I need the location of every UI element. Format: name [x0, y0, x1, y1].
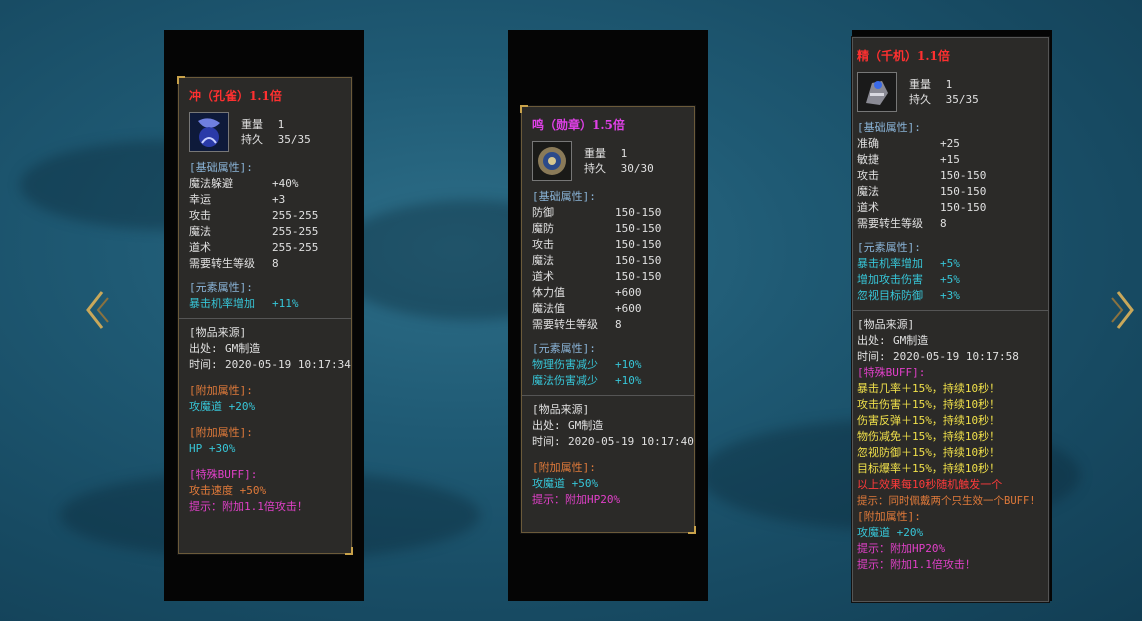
- base-attr-header: [基础属性]:: [189, 161, 253, 174]
- attr-row: 攻击 150-150: [857, 169, 987, 182]
- attr-row: 准确 +25: [857, 137, 960, 150]
- attr-row: 魔法值 +600: [532, 302, 642, 315]
- attr-row: 魔法 150-150: [857, 185, 987, 198]
- origin-row: 出处: GM制造: [532, 419, 604, 432]
- special-buff-row: 忽视防御＋15%，持续10秒！: [857, 446, 1001, 459]
- item-title: 精（千机）1.1倍: [857, 49, 950, 63]
- special-buff-hint: 提示：同时佩戴两个只生效一个BUFF!: [857, 495, 1036, 507]
- special-buff-hint: 提示：附加1.1倍攻击！: [189, 500, 308, 513]
- divider: [522, 395, 694, 396]
- weight-label: 重量: [584, 147, 606, 160]
- divider: [853, 310, 1048, 311]
- extra-attr-header: [附加属性]:: [857, 510, 921, 523]
- element-attr-row: 物理伤害减少 +10%: [532, 358, 642, 371]
- weight-value: 1: [945, 78, 953, 91]
- element-attr-row: 暴击机率增加 +5%: [857, 257, 960, 270]
- item-tooltip-jing: 精（千机）1.1倍 重量 1 持久 35/35 [基础属性]: 准确 +25 敏捷…: [852, 37, 1049, 602]
- gauntlet-item-icon: [857, 72, 897, 112]
- weight-value: 1: [277, 118, 285, 131]
- prev-arrow-icon[interactable]: [84, 288, 110, 332]
- time-row: 时间: 2020-05-19 10:17:40: [532, 435, 694, 448]
- base-attr-header: [基础属性]:: [857, 121, 921, 134]
- element-attr-header: [元素属性]:: [857, 241, 921, 254]
- attr-row: 体力值 +600: [532, 286, 642, 299]
- special-buff-row: 暴击几率＋15%，持续10秒！: [857, 382, 1001, 395]
- special-buff-note: 以上效果每10秒随机触发一个: [857, 478, 1003, 491]
- attr-row: 道术 150-150: [857, 201, 987, 214]
- element-attr-row: 增加攻击伤害 +5%: [857, 273, 960, 286]
- extra-attr-value: 攻魔道 +50%: [532, 477, 599, 490]
- attr-row: 需要转生等级 8: [189, 257, 279, 270]
- source-header: [物品来源]: [857, 318, 915, 331]
- attr-row: 魔防 150-150: [532, 222, 662, 235]
- extra-attr-value: 攻魔道 +20%: [189, 400, 256, 413]
- weight-value: 1: [620, 147, 628, 160]
- durability-label: 持久: [241, 133, 263, 146]
- weight-label: 重量: [241, 118, 263, 131]
- attr-row: 防御 150-150: [532, 206, 662, 219]
- durability-label: 持久: [909, 93, 931, 106]
- time-row: 时间: 2020-05-19 10:17:58: [857, 350, 1019, 363]
- attr-row: 攻击 255-255: [189, 209, 319, 222]
- extra-attr-hint: 提示：附加1.1倍攻击！: [857, 558, 976, 571]
- special-buff-row: 伤害反弹＋15%，持续10秒！: [857, 414, 1001, 427]
- special-buff-header: [特殊BUFF]:: [189, 468, 258, 481]
- special-buff-value: 攻击速度 +50%: [189, 484, 267, 497]
- element-attr-row: 忽视目标防御 +3%: [857, 289, 960, 302]
- extra-attr-header: [附加属性]:: [532, 461, 596, 474]
- peacock-item-icon: [189, 112, 229, 152]
- durability-value: 35/35: [277, 133, 311, 146]
- special-buff-row: 目标爆率＋15%，持续10秒！: [857, 462, 1001, 475]
- special-buff-row: 物伤减免＋15%，持续10秒！: [857, 430, 1001, 443]
- extra-attr-header: [附加属性]:: [189, 384, 253, 397]
- durability-value: 35/35: [945, 93, 979, 106]
- extra-attr-hint: 提示：附加HP20%: [857, 542, 946, 555]
- attr-row: 魔法躲避 +40%: [189, 177, 299, 190]
- attr-row: 道术 150-150: [532, 270, 662, 283]
- extra-attr-header: [附加属性]:: [189, 426, 253, 439]
- special-buff-row: 攻击伤害＋15%，持续10秒！: [857, 398, 1001, 411]
- attr-row: 魔法 255-255: [189, 225, 319, 238]
- attr-row: 幸运 +3: [189, 193, 286, 206]
- medal-item-icon: [532, 141, 572, 181]
- item-title: 鸣（勋章）1.5倍: [532, 118, 625, 132]
- special-buff-header: [特殊BUFF]:: [857, 366, 926, 379]
- durability-value: 30/30: [620, 162, 654, 175]
- item-tooltip-ming: 鸣（勋章）1.5倍 重量 1 持久 30/30 [基础属性]: 防御 150-15…: [520, 105, 696, 534]
- next-arrow-icon[interactable]: [1110, 288, 1136, 332]
- element-attr-header: [元素属性]:: [532, 342, 596, 355]
- attr-row: 道术 255-255: [189, 241, 319, 254]
- attr-row: 需要转生等级 8: [532, 318, 622, 331]
- source-header: [物品来源]: [532, 403, 590, 416]
- source-header: [物品来源]: [189, 326, 247, 339]
- extra-attr-hint: 提示：附加HP20%: [532, 493, 621, 506]
- origin-row: 出处: GM制造: [857, 334, 929, 347]
- weight-label: 重量: [909, 78, 931, 91]
- element-attr-row: 魔法伤害减少 +10%: [532, 374, 642, 387]
- base-attr-header: [基础属性]:: [532, 190, 596, 203]
- item-title: 冲（孔雀）1.1倍: [189, 89, 282, 103]
- element-attr-row: 暴击机率增加 +11%: [189, 297, 299, 310]
- attr-row: 需要转生等级 8: [857, 217, 947, 230]
- durability-label: 持久: [584, 162, 606, 175]
- item-tooltip-chong: 冲（孔雀）1.1倍 重量 1 持久 35/35 [基础属性]: 魔法躲避 +40%…: [177, 76, 353, 555]
- divider: [179, 318, 351, 319]
- attr-row: 敏捷 +15: [857, 153, 960, 166]
- extra-attr-value: 攻魔道 +20%: [857, 526, 924, 539]
- extra-attr-value: HP +30%: [189, 442, 236, 455]
- origin-row: 出处: GM制造: [189, 342, 261, 355]
- attr-row: 魔法 150-150: [532, 254, 662, 267]
- attr-row: 攻击 150-150: [532, 238, 662, 251]
- time-row: 时间: 2020-05-19 10:17:34: [189, 358, 351, 371]
- element-attr-header: [元素属性]:: [189, 281, 253, 294]
